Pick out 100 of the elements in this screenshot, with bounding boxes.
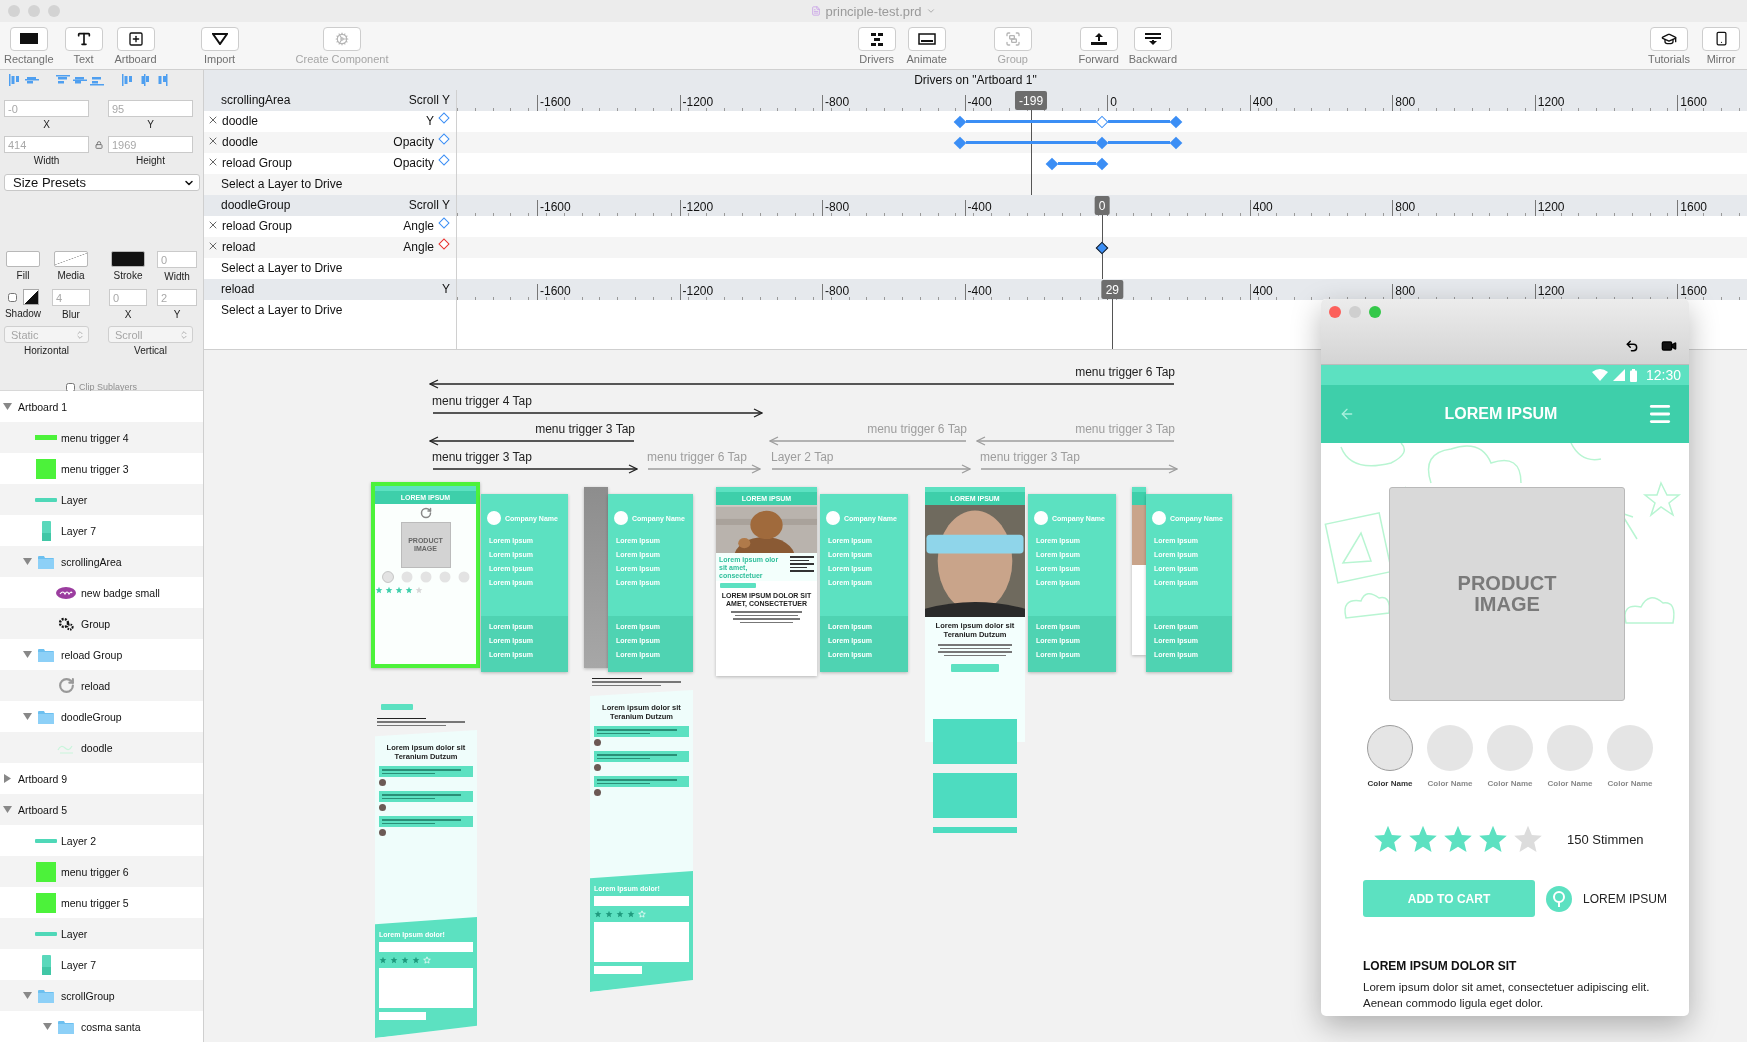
- color-swatch[interactable]: [1487, 725, 1533, 771]
- remove-button[interactable]: [207, 135, 219, 147]
- color-swatch[interactable]: [1547, 725, 1593, 771]
- star-icon[interactable]: [594, 910, 602, 918]
- align-button[interactable]: [8, 74, 22, 86]
- location-label[interactable]: LOREM IPSUM: [1583, 891, 1667, 906]
- fill-swatch[interactable]: [6, 251, 40, 267]
- flow-arrow[interactable]: [432, 408, 763, 418]
- remove-button[interactable]: [207, 156, 219, 168]
- star-rating[interactable]: [594, 910, 646, 918]
- name-field[interactable]: [594, 896, 689, 906]
- disclosure-triangle[interactable]: [22, 650, 32, 659]
- undo-icon[interactable]: [1625, 339, 1639, 353]
- disclosure-triangle[interactable]: [42, 1022, 52, 1031]
- layer-row[interactable]: scrollingArea: [0, 546, 203, 577]
- comment-field[interactable]: [594, 922, 689, 962]
- layer-row[interactable]: Layer: [0, 918, 203, 949]
- disclosure-triangle[interactable]: [22, 557, 32, 566]
- align-button[interactable]: [56, 74, 70, 86]
- align-button[interactable]: [73, 74, 87, 86]
- disclosure-triangle[interactable]: [22, 991, 32, 1000]
- align-button[interactable]: [90, 74, 104, 86]
- align-button[interactable]: [25, 74, 39, 86]
- keyframe-icon[interactable]: [438, 133, 450, 145]
- color-swatch[interactable]: [1367, 725, 1413, 771]
- align-button[interactable]: [121, 74, 135, 86]
- star-icon[interactable]: [605, 910, 613, 918]
- star-icon[interactable]: [415, 586, 423, 594]
- star-icon[interactable]: [379, 956, 387, 964]
- star-icon[interactable]: [1513, 824, 1543, 854]
- star-icon[interactable]: [390, 956, 398, 964]
- shadow-checkbox[interactable]: [7, 292, 17, 302]
- layer-row[interactable]: scrollGroup: [0, 980, 203, 1011]
- playhead-marker[interactable]: -199: [1015, 91, 1048, 110]
- color-swatch[interactable]: [1427, 725, 1473, 771]
- back-icon[interactable]: [1339, 406, 1355, 422]
- zoom-button[interactable]: [1369, 306, 1381, 318]
- remove-button[interactable]: [207, 219, 219, 231]
- clip-checkbox[interactable]: [66, 382, 75, 392]
- remove-button[interactable]: [207, 114, 219, 126]
- layer-row[interactable]: Layer: [0, 484, 203, 515]
- layer-row[interactable]: Group: [0, 608, 203, 639]
- star-icon[interactable]: [616, 910, 624, 918]
- star-icon[interactable]: [405, 586, 413, 594]
- star-icon[interactable]: [412, 956, 420, 964]
- close-button[interactable]: [1329, 306, 1341, 318]
- layer-row[interactable]: doodle: [0, 732, 203, 763]
- star-icon[interactable]: [401, 956, 409, 964]
- flow-arrow[interactable]: [429, 436, 635, 446]
- lock-icon[interactable]: [94, 140, 103, 149]
- disclosure-triangle[interactable]: [22, 712, 32, 721]
- keyframe-icon[interactable]: [438, 238, 450, 250]
- cart-button[interactable]: [381, 703, 413, 710]
- star-rating[interactable]: [375, 586, 423, 594]
- video-camera-icon[interactable]: [1661, 338, 1677, 354]
- flow-arrow[interactable]: [432, 464, 638, 474]
- star-icon[interactable]: [395, 586, 403, 594]
- star-icon[interactable]: [423, 956, 431, 964]
- size-presets-select[interactable]: Size Presets: [4, 174, 200, 191]
- chevron-down-icon[interactable]: [925, 6, 936, 16]
- minimize-button[interactable]: [1349, 306, 1361, 318]
- disclosure-triangle[interactable]: [2, 402, 12, 411]
- stroke-swatch[interactable]: [111, 251, 145, 267]
- artboard-thumbnail[interactable]: [584, 487, 608, 668]
- zoom-button[interactable]: [48, 5, 60, 17]
- star-icon[interactable]: [375, 586, 383, 594]
- star-rating[interactable]: [1373, 824, 1543, 854]
- star-rating[interactable]: [379, 956, 431, 964]
- close-button[interactable]: [8, 5, 20, 17]
- comment-field[interactable]: [379, 968, 473, 1008]
- select-layer-prompt[interactable]: Select a Layer to Drive: [221, 261, 343, 275]
- keyframe-icon[interactable]: [438, 112, 450, 124]
- layer-row[interactable]: menu trigger 6: [0, 856, 203, 887]
- star-icon[interactable]: [1478, 824, 1508, 854]
- playhead-marker[interactable]: 0: [1094, 196, 1110, 215]
- keyframe-icon[interactable]: [438, 154, 450, 166]
- location-pin-icon[interactable]: [1546, 885, 1572, 912]
- star-icon[interactable]: [1408, 824, 1438, 854]
- star-icon[interactable]: [385, 586, 393, 594]
- star-icon[interactable]: [627, 910, 635, 918]
- media-swatch[interactable]: [54, 251, 88, 267]
- shadow-color-swatch[interactable]: [22, 289, 39, 305]
- flow-arrow[interactable]: [429, 379, 1175, 389]
- name-field[interactable]: [379, 942, 473, 952]
- playhead-marker[interactable]: 29: [1101, 280, 1123, 299]
- color-swatch[interactable]: [1607, 725, 1653, 771]
- star-icon[interactable]: [1373, 824, 1403, 854]
- disclosure-triangle[interactable]: [2, 805, 12, 814]
- star-icon[interactable]: [638, 910, 646, 918]
- layer-row[interactable]: Artboard 5: [0, 794, 203, 825]
- star-icon[interactable]: [1443, 824, 1473, 854]
- minimize-button[interactable]: [28, 5, 40, 17]
- remove-button[interactable]: [207, 240, 219, 252]
- keyframe[interactable]: [1095, 241, 1109, 254]
- disclosure-triangle[interactable]: [2, 774, 12, 783]
- keyframe-icon[interactable]: [438, 217, 450, 229]
- select-layer-prompt[interactable]: Select a Layer to Drive: [221, 303, 343, 317]
- artboard-thumbnail[interactable]: [1132, 487, 1146, 655]
- layer-row[interactable]: menu trigger 4: [0, 422, 203, 453]
- layer-row[interactable]: reload: [0, 670, 203, 701]
